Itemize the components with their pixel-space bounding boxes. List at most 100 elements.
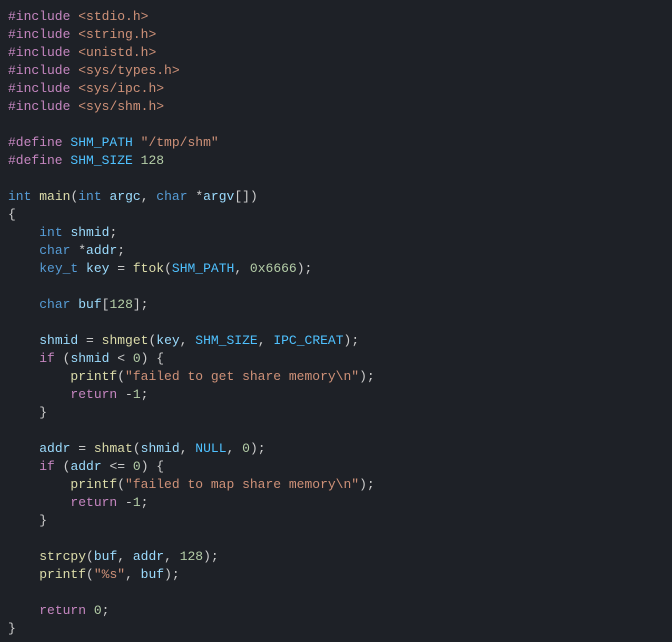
code-token: <stdio.h> <box>78 9 148 24</box>
code-token: #include <box>8 9 70 24</box>
code-token: ; <box>102 603 110 618</box>
code-token: "/tmp/shm" <box>141 135 219 150</box>
code-token <box>133 153 141 168</box>
code-token: ftok <box>133 261 164 276</box>
code-token <box>8 603 39 618</box>
code-token: printf <box>39 567 86 582</box>
code-token <box>8 549 39 564</box>
code-token: , <box>164 549 180 564</box>
code-token: char <box>156 189 187 204</box>
code-token: "failed to map share memory\n" <box>125 477 359 492</box>
code-token: "%s" <box>94 567 125 582</box>
code-token <box>8 441 39 456</box>
code-token <box>8 243 39 258</box>
code-token: 128 <box>109 297 132 312</box>
code-token: } <box>8 621 16 636</box>
code-token: key_t <box>39 261 78 276</box>
code-token: ( <box>164 261 172 276</box>
code-token: { <box>8 207 16 222</box>
code-token: ); <box>203 549 219 564</box>
code-token: <string.h> <box>78 27 156 42</box>
code-token: addr <box>70 459 101 474</box>
code-token: if <box>39 459 55 474</box>
code-token: * <box>188 189 204 204</box>
code-token: 0 <box>133 351 141 366</box>
code-token: #define <box>8 153 63 168</box>
code-token: strcpy <box>39 549 86 564</box>
code-token: shmid <box>70 351 109 366</box>
code-token: ); <box>250 441 266 456</box>
code-content: #include <stdio.h> #include <string.h> #… <box>8 9 375 636</box>
code-token <box>8 567 39 582</box>
code-token: buf <box>94 549 117 564</box>
code-token: <sys/types.h> <box>78 63 179 78</box>
code-token: shmid <box>39 333 78 348</box>
code-token: char <box>39 297 70 312</box>
code-token: , <box>117 549 133 564</box>
code-token: ; <box>109 225 117 240</box>
code-token <box>8 477 70 492</box>
code-token: ( <box>117 477 125 492</box>
code-token: ); <box>344 333 360 348</box>
code-token: SHM_PATH <box>70 135 132 150</box>
code-token: SHM_SIZE <box>70 153 132 168</box>
code-token: IPC_CREAT <box>273 333 343 348</box>
code-token: <unistd.h> <box>78 45 156 60</box>
code-token <box>133 135 141 150</box>
code-token <box>8 351 39 366</box>
code-token: SHM_PATH <box>172 261 234 276</box>
code-token: } <box>8 513 47 528</box>
code-token: <sys/shm.h> <box>78 99 164 114</box>
code-token: , <box>227 441 243 456</box>
code-token: #include <box>8 63 70 78</box>
code-token: return <box>70 495 117 510</box>
code-token: , <box>180 333 196 348</box>
code-token: 128 <box>141 153 164 168</box>
code-token <box>8 333 39 348</box>
code-token <box>78 261 86 276</box>
code-token: 0x6666 <box>250 261 297 276</box>
code-token: < <box>109 351 132 366</box>
code-token: ); <box>359 369 375 384</box>
code-token: ( <box>86 567 94 582</box>
code-token: , <box>234 261 250 276</box>
code-token <box>8 225 39 240</box>
code-token: ; <box>117 243 125 258</box>
code-token: addr <box>86 243 117 258</box>
code-token: key <box>86 261 109 276</box>
code-token: #include <box>8 45 70 60</box>
code-token: #include <box>8 27 70 42</box>
code-token: int <box>39 225 62 240</box>
code-token: if <box>39 351 55 366</box>
code-token: ]; <box>133 297 149 312</box>
code-token: ) { <box>141 459 164 474</box>
code-token: = <box>109 261 132 276</box>
code-token: SHM_SIZE <box>195 333 257 348</box>
code-token: int <box>78 189 101 204</box>
code-token: "failed to get share memory\n" <box>125 369 359 384</box>
code-token: , <box>258 333 274 348</box>
code-token: int <box>8 189 31 204</box>
code-token: - <box>117 495 133 510</box>
code-token: * <box>70 243 86 258</box>
code-token: #define <box>8 135 63 150</box>
code-token: char <box>39 243 70 258</box>
code-token: argv <box>203 189 234 204</box>
code-token: shmid <box>141 441 180 456</box>
code-token: ( <box>55 459 71 474</box>
code-token: #include <box>8 81 70 96</box>
code-token: shmid <box>70 225 109 240</box>
code-token: ( <box>86 549 94 564</box>
code-token: addr <box>133 549 164 564</box>
code-token <box>8 495 70 510</box>
code-token: argc <box>109 189 140 204</box>
code-token: ; <box>141 387 149 402</box>
code-token: 128 <box>180 549 203 564</box>
code-token: = <box>70 441 93 456</box>
code-token: 0 <box>94 603 102 618</box>
code-token: buf <box>78 297 101 312</box>
code-token: 0 <box>133 459 141 474</box>
code-token: 1 <box>133 495 141 510</box>
code-token <box>8 459 39 474</box>
code-token: , <box>180 441 196 456</box>
